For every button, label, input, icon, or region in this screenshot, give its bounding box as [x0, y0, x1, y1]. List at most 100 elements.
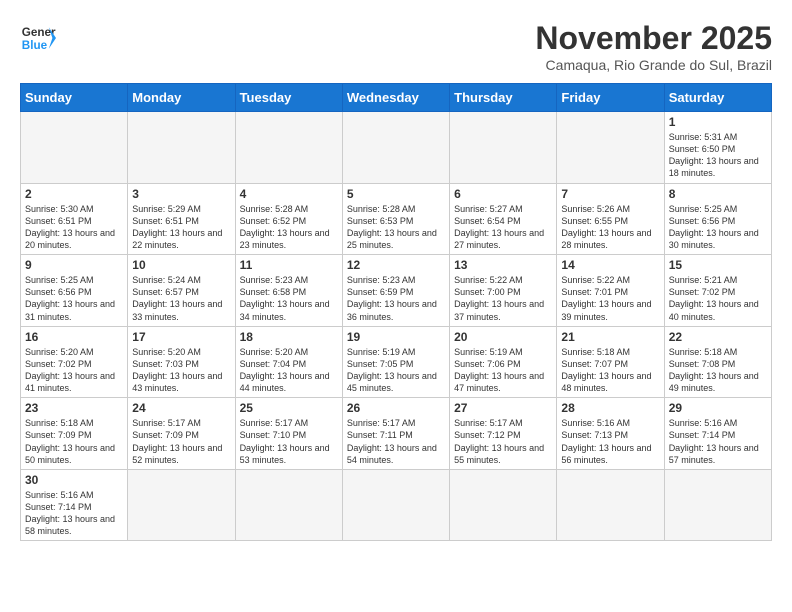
calendar-cell: 22 Sunrise: 5:18 AM Sunset: 7:08 PM Dayli… [664, 326, 771, 398]
page-header: General Blue November 2025 Camaqua, Rio … [20, 20, 772, 73]
day-number: 19 [347, 330, 445, 344]
calendar-cell: 14 Sunrise: 5:22 AM Sunset: 7:01 PM Dayli… [557, 255, 664, 327]
weekday-header: Wednesday [342, 84, 449, 112]
day-number: 11 [240, 258, 338, 272]
day-number: 14 [561, 258, 659, 272]
day-number: 5 [347, 187, 445, 201]
calendar-cell [128, 469, 235, 541]
day-number: 25 [240, 401, 338, 415]
calendar-cell: 26Sunrise: 5:17 AM Sunset: 7:11 PM Dayli… [342, 398, 449, 470]
day-number: 27 [454, 401, 552, 415]
calendar-cell: 18Sunrise: 5:20 AM Sunset: 7:04 PM Dayli… [235, 326, 342, 398]
day-number: 1 [669, 115, 767, 129]
calendar-cell: 5 Sunrise: 5:28 AM Sunset: 6:53 PM Daylig… [342, 183, 449, 255]
day-number: 9 [25, 258, 123, 272]
calendar-cell: 24 Sunrise: 5:17 AM Sunset: 7:09 PM Dayli… [128, 398, 235, 470]
day-number: 7 [561, 187, 659, 201]
calendar-cell: 17 Sunrise: 5:20 AM Sunset: 7:03 PM Dayli… [128, 326, 235, 398]
day-number: 20 [454, 330, 552, 344]
calendar-cell: 16Sunrise: 5:20 AM Sunset: 7:02 PM Dayli… [21, 326, 128, 398]
svg-text:Blue: Blue [22, 39, 48, 52]
calendar-week-row: 2 Sunrise: 5:30 AM Sunset: 6:51 PM Daylig… [21, 183, 772, 255]
calendar-cell: 23Sunrise: 5:18 AM Sunset: 7:09 PM Dayli… [21, 398, 128, 470]
day-info: Sunrise: 5:16 AM Sunset: 7:13 PM Dayligh… [561, 417, 659, 466]
calendar-week-row: 1 Sunrise: 5:31 AM Sunset: 6:50 PM Daylig… [21, 112, 772, 184]
day-info: Sunrise: 5:29 AM Sunset: 6:51 PM Dayligh… [132, 203, 230, 252]
calendar-cell: 21 Sunrise: 5:18 AM Sunset: 7:07 PM Dayli… [557, 326, 664, 398]
day-number: 29 [669, 401, 767, 415]
day-number: 8 [669, 187, 767, 201]
day-info: Sunrise: 5:26 AM Sunset: 6:55 PM Dayligh… [561, 203, 659, 252]
calendar-cell [557, 112, 664, 184]
day-info: Sunrise: 5:16 AM Sunset: 7:14 PM Dayligh… [669, 417, 767, 466]
day-info: Sunrise: 5:21 AM Sunset: 7:02 PM Dayligh… [669, 274, 767, 323]
day-number: 13 [454, 258, 552, 272]
weekday-header-row: SundayMondayTuesdayWednesdayThursdayFrid… [21, 84, 772, 112]
calendar-cell [557, 469, 664, 541]
calendar-cell [235, 112, 342, 184]
calendar-cell: 29 Sunrise: 5:16 AM Sunset: 7:14 PM Dayli… [664, 398, 771, 470]
day-info: Sunrise: 5:18 AM Sunset: 7:07 PM Dayligh… [561, 346, 659, 395]
day-info: Sunrise: 5:23 AM Sunset: 6:59 PM Dayligh… [347, 274, 445, 323]
calendar-week-row: 30Sunrise: 5:16 AM Sunset: 7:14 PM Dayli… [21, 469, 772, 541]
day-info: Sunrise: 5:20 AM Sunset: 7:03 PM Dayligh… [132, 346, 230, 395]
weekday-header: Friday [557, 84, 664, 112]
day-info: Sunrise: 5:17 AM Sunset: 7:10 PM Dayligh… [240, 417, 338, 466]
weekday-header: Tuesday [235, 84, 342, 112]
day-info: Sunrise: 5:31 AM Sunset: 6:50 PM Dayligh… [669, 131, 767, 180]
calendar-cell: 4Sunrise: 5:28 AM Sunset: 6:52 PM Daylig… [235, 183, 342, 255]
day-number: 21 [561, 330, 659, 344]
day-info: Sunrise: 5:20 AM Sunset: 7:02 PM Dayligh… [25, 346, 123, 395]
day-info: Sunrise: 5:24 AM Sunset: 6:57 PM Dayligh… [132, 274, 230, 323]
day-info: Sunrise: 5:23 AM Sunset: 6:58 PM Dayligh… [240, 274, 338, 323]
calendar-cell: 7 Sunrise: 5:26 AM Sunset: 6:55 PM Daylig… [557, 183, 664, 255]
calendar-cell: 13 Sunrise: 5:22 AM Sunset: 7:00 PM Dayli… [450, 255, 557, 327]
day-number: 17 [132, 330, 230, 344]
day-info: Sunrise: 5:18 AM Sunset: 7:08 PM Dayligh… [669, 346, 767, 395]
weekday-header: Monday [128, 84, 235, 112]
day-info: Sunrise: 5:28 AM Sunset: 6:53 PM Dayligh… [347, 203, 445, 252]
calendar-cell: 15 Sunrise: 5:21 AM Sunset: 7:02 PM Dayli… [664, 255, 771, 327]
day-number: 4 [240, 187, 338, 201]
day-info: Sunrise: 5:22 AM Sunset: 7:01 PM Dayligh… [561, 274, 659, 323]
calendar-cell: 3Sunrise: 5:29 AM Sunset: 6:51 PM Daylig… [128, 183, 235, 255]
day-info: Sunrise: 5:20 AM Sunset: 7:04 PM Dayligh… [240, 346, 338, 395]
day-info: Sunrise: 5:25 AM Sunset: 6:56 PM Dayligh… [669, 203, 767, 252]
day-info: Sunrise: 5:30 AM Sunset: 6:51 PM Dayligh… [25, 203, 123, 252]
day-number: 24 [132, 401, 230, 415]
weekday-header: Sunday [21, 84, 128, 112]
calendar-cell [450, 469, 557, 541]
calendar-cell: 1 Sunrise: 5:31 AM Sunset: 6:50 PM Daylig… [664, 112, 771, 184]
day-number: 6 [454, 187, 552, 201]
day-info: Sunrise: 5:19 AM Sunset: 7:05 PM Dayligh… [347, 346, 445, 395]
weekday-header: Thursday [450, 84, 557, 112]
calendar-cell [664, 469, 771, 541]
calendar-cell [235, 469, 342, 541]
day-number: 28 [561, 401, 659, 415]
day-number: 22 [669, 330, 767, 344]
day-number: 2 [25, 187, 123, 201]
logo-icon: General Blue [20, 20, 56, 56]
day-info: Sunrise: 5:17 AM Sunset: 7:11 PM Dayligh… [347, 417, 445, 466]
calendar-cell [342, 469, 449, 541]
day-info: Sunrise: 5:22 AM Sunset: 7:00 PM Dayligh… [454, 274, 552, 323]
location-subtitle: Camaqua, Rio Grande do Sul, Brazil [535, 57, 772, 73]
calendar-table: SundayMondayTuesdayWednesdayThursdayFrid… [20, 83, 772, 541]
calendar-week-row: 16Sunrise: 5:20 AM Sunset: 7:02 PM Dayli… [21, 326, 772, 398]
day-info: Sunrise: 5:16 AM Sunset: 7:14 PM Dayligh… [25, 489, 123, 538]
calendar-cell: 11 Sunrise: 5:23 AM Sunset: 6:58 PM Dayli… [235, 255, 342, 327]
calendar-cell [342, 112, 449, 184]
day-info: Sunrise: 5:17 AM Sunset: 7:12 PM Dayligh… [454, 417, 552, 466]
calendar-cell: 25 Sunrise: 5:17 AM Sunset: 7:10 PM Dayli… [235, 398, 342, 470]
day-number: 23 [25, 401, 123, 415]
day-info: Sunrise: 5:17 AM Sunset: 7:09 PM Dayligh… [132, 417, 230, 466]
calendar-cell: 6Sunrise: 5:27 AM Sunset: 6:54 PM Daylig… [450, 183, 557, 255]
day-number: 10 [132, 258, 230, 272]
calendar-cell [128, 112, 235, 184]
title-block: November 2025 Camaqua, Rio Grande do Sul… [535, 20, 772, 73]
day-number: 15 [669, 258, 767, 272]
calendar-cell: 12 Sunrise: 5:23 AM Sunset: 6:59 PM Dayli… [342, 255, 449, 327]
day-number: 12 [347, 258, 445, 272]
calendar-week-row: 9 Sunrise: 5:25 AM Sunset: 6:56 PM Daylig… [21, 255, 772, 327]
day-info: Sunrise: 5:25 AM Sunset: 6:56 PM Dayligh… [25, 274, 123, 323]
